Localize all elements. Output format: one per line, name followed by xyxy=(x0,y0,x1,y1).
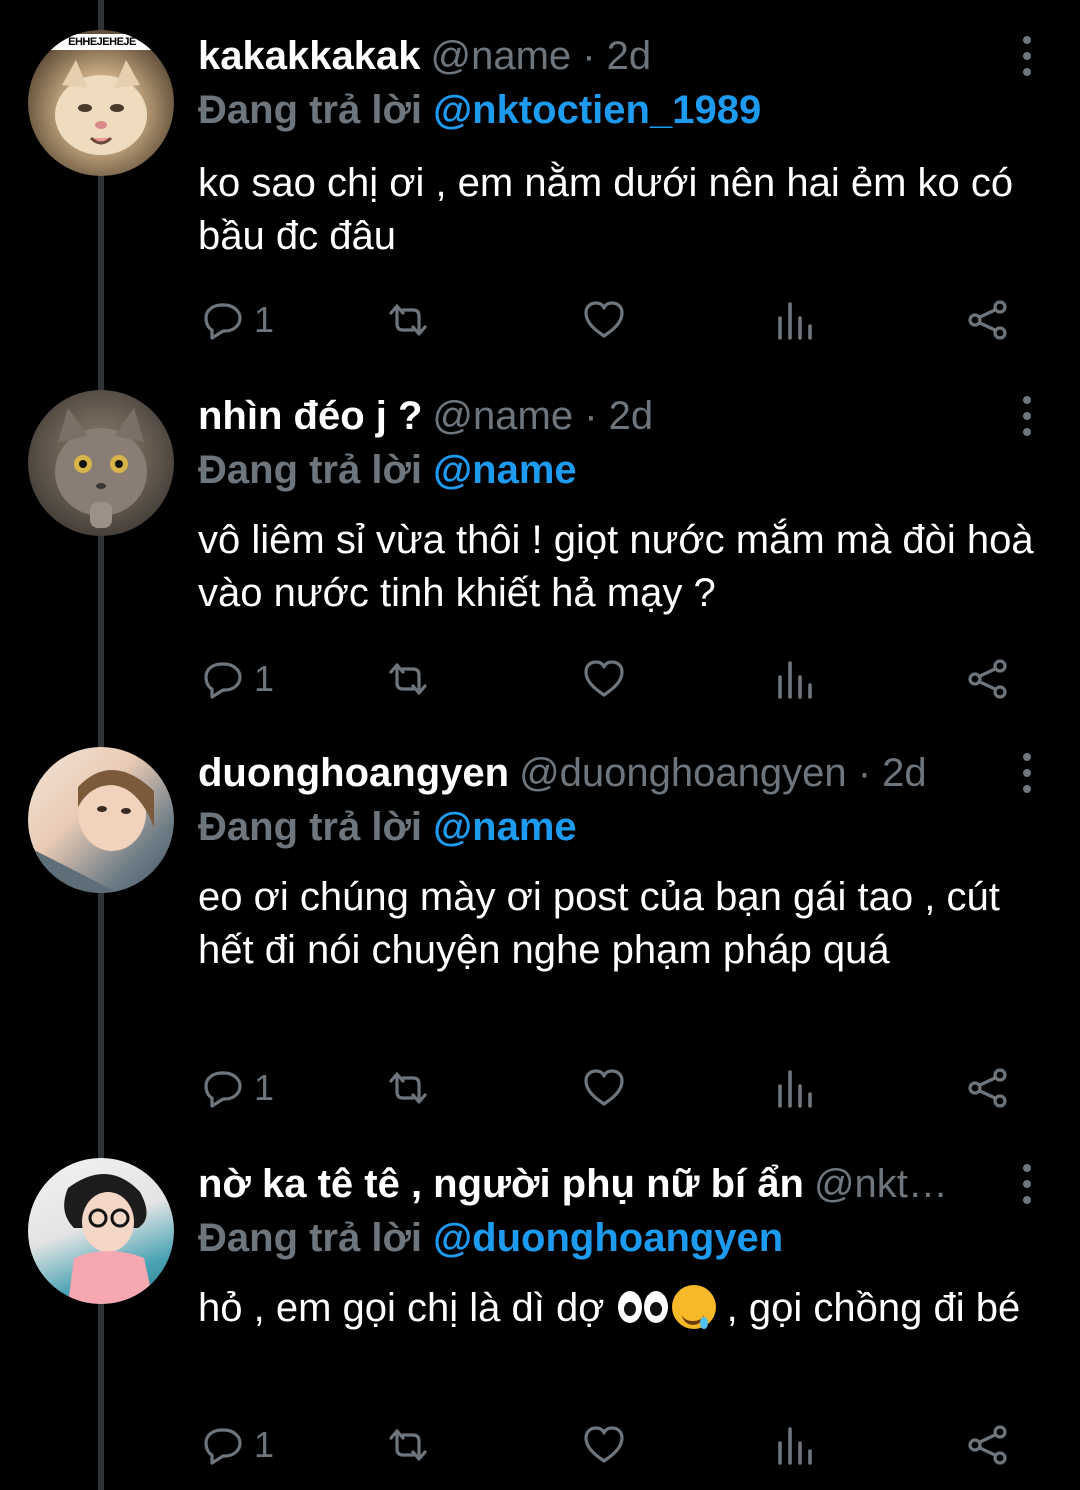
retweet-button[interactable] xyxy=(386,295,430,345)
like-icon xyxy=(584,1426,624,1463)
share-button[interactable] xyxy=(966,295,1010,345)
replying-prefix: Đang trả lời xyxy=(198,88,423,132)
tweet-text: vô liêm sỉ vừa thôi ! giọt nước mắm mà đ… xyxy=(198,518,1034,615)
replying-to: Đang trả lời @name xyxy=(198,799,577,855)
drooling-face-emoji-icon xyxy=(671,1285,716,1329)
tweet-header: nhìn đéo j ? @name · 2d xyxy=(198,390,1000,442)
retweet-icon xyxy=(389,663,427,695)
reply-count: 1 xyxy=(254,658,275,699)
replying-mention-link[interactable]: @nktoctien_1989 xyxy=(433,88,761,132)
tweet-text-part: hỏ , em gọi chị là dì dợ xyxy=(198,1286,616,1330)
more-icon[interactable] xyxy=(1020,1164,1034,1204)
reply-button[interactable]: 1 xyxy=(200,1063,274,1113)
replying-to: Đang trả lời @nktoctien_1989 xyxy=(198,82,761,138)
display-name[interactable]: kakakkakak xyxy=(198,34,420,78)
replying-mention-link[interactable]: @name xyxy=(433,448,577,492)
like-icon xyxy=(584,1069,624,1106)
retweet-button[interactable] xyxy=(386,654,430,704)
more-icon[interactable] xyxy=(1020,753,1034,793)
replying-prefix: Đang trả lời xyxy=(198,805,423,849)
handle-and-time[interactable]: @name · 2d xyxy=(430,34,651,78)
tweet-text: ko sao chị ơi , em nằm dưới nên hai ẻm k… xyxy=(198,161,1014,258)
reply-icon xyxy=(204,1071,242,1108)
analytics-icon xyxy=(778,661,812,699)
replying-prefix: Đang trả lời xyxy=(198,1216,423,1260)
more-icon[interactable] xyxy=(1020,396,1034,436)
analytics-button[interactable] xyxy=(774,295,818,345)
like-button[interactable] xyxy=(582,295,626,345)
tweet-header: nờ ka tê tê , người phụ nữ bí ẩn @nkt… xyxy=(198,1158,1000,1210)
analytics-button[interactable] xyxy=(774,1420,818,1470)
replying-mention-link[interactable]: @name xyxy=(433,805,577,849)
reply-button[interactable]: 1 xyxy=(200,1420,274,1470)
analytics-button[interactable] xyxy=(774,654,818,704)
display-name[interactable]: nhìn đéo j ? xyxy=(198,394,422,438)
tweet-text: eo ơi chúng mày ơi post của bạn gái tao … xyxy=(198,875,1000,972)
display-name[interactable]: nờ ka tê tê , người phụ nữ bí ẩn xyxy=(198,1162,804,1206)
avatar[interactable]: EHHEJEHEJE xyxy=(28,30,174,176)
action-bar: 1 xyxy=(0,1420,1080,1470)
action-bar: 1 xyxy=(0,654,1080,704)
cat-avatar-image xyxy=(55,60,147,155)
reply-icon xyxy=(204,303,242,340)
analytics-icon xyxy=(778,302,812,340)
analytics-button[interactable] xyxy=(774,1063,818,1113)
reply-button[interactable]: 1 xyxy=(200,654,274,704)
handle-and-time[interactable]: @name · 2d xyxy=(432,394,653,438)
share-icon xyxy=(968,1068,1007,1108)
like-icon xyxy=(584,301,624,338)
replying-prefix: Đang trả lời xyxy=(198,448,423,492)
handle-and-time[interactable]: @nkt… xyxy=(814,1162,948,1206)
retweet-button[interactable] xyxy=(386,1063,430,1113)
reply-count: 1 xyxy=(254,1424,275,1465)
tweet-header: duonghoangyen @duonghoangyen · 2d xyxy=(198,747,1000,799)
cat-avatar-image xyxy=(55,408,147,528)
analytics-icon xyxy=(778,1070,812,1108)
handle-and-time[interactable]: @duonghoangyen · 2d xyxy=(519,751,927,795)
action-bar: 1 xyxy=(0,295,1080,345)
retweet-icon xyxy=(389,304,427,336)
replying-mention-link[interactable]: @duonghoangyen xyxy=(433,1216,783,1260)
like-button[interactable] xyxy=(582,1063,626,1113)
person-avatar-image xyxy=(28,769,154,893)
tweet-text: hỏ , em gọi chị là dì dợ , gọi chồng đi … xyxy=(198,1282,1048,1335)
retweet-icon xyxy=(389,1072,427,1104)
avatar-badge-text: EHHEJEHEJE xyxy=(50,34,154,50)
reply-count: 1 xyxy=(254,1067,275,1108)
share-button[interactable] xyxy=(966,1420,1010,1470)
action-bar: 1 xyxy=(0,1063,1080,1113)
share-icon xyxy=(968,300,1007,340)
reply-icon xyxy=(204,662,242,699)
replying-to: Đang trả lời @duonghoangyen xyxy=(198,1210,783,1266)
eyes-emoji-icon xyxy=(616,1287,672,1327)
tweet-header: kakakkakak @name · 2d xyxy=(198,30,1000,82)
share-icon xyxy=(968,1425,1007,1465)
reply-button[interactable]: 1 xyxy=(200,295,274,345)
like-button[interactable] xyxy=(582,654,626,704)
replying-to: Đang trả lời @name xyxy=(198,442,577,498)
reply-count: 1 xyxy=(254,299,275,340)
share-icon xyxy=(968,659,1007,699)
person-avatar-image xyxy=(64,1173,154,1304)
like-icon xyxy=(584,660,624,697)
avatar[interactable] xyxy=(28,390,174,536)
share-button[interactable] xyxy=(966,1063,1010,1113)
avatar[interactable] xyxy=(28,1158,174,1304)
avatar[interactable] xyxy=(28,747,174,893)
more-icon[interactable] xyxy=(1020,36,1034,76)
display-name[interactable]: duonghoangyen xyxy=(198,751,509,795)
retweet-button[interactable] xyxy=(386,1420,430,1470)
retweet-icon xyxy=(389,1429,427,1461)
like-button[interactable] xyxy=(582,1420,626,1470)
reply-icon xyxy=(204,1428,242,1465)
share-button[interactable] xyxy=(966,654,1010,704)
analytics-icon xyxy=(778,1427,812,1465)
tweet-text-part: , gọi chồng đi bé xyxy=(715,1286,1021,1330)
